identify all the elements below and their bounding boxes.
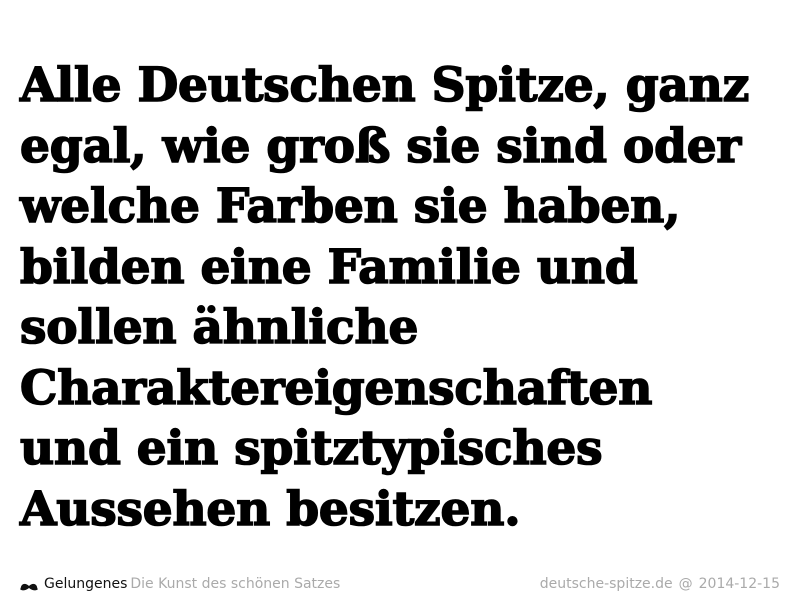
mustache-icon bbox=[20, 579, 38, 591]
quote-text: Alle Deutschen Spitze, ganz egal, wie gr… bbox=[19, 56, 790, 540]
source-link[interactable]: deutsche-spitze.de bbox=[540, 574, 673, 594]
separator: @ bbox=[678, 576, 693, 592]
brand-tagline: Die Kunst des schönen Satzes bbox=[130, 576, 341, 592]
quote-line: Charaktereigenschaften bbox=[19, 360, 653, 417]
quote-line: sollen ähnliche bbox=[19, 299, 419, 356]
footer: Gelungenes Die Kunst des schönen Satzes … bbox=[20, 574, 780, 594]
source-meta: deutsche-spitze.de @ 2014-12-15 bbox=[540, 574, 780, 594]
post-date: 2014-12-15 bbox=[698, 576, 780, 592]
quote-line: und ein spitztypisches bbox=[19, 420, 603, 477]
brand[interactable]: Gelungenes Die Kunst des schönen Satzes bbox=[20, 574, 340, 594]
brand-name: Gelungenes bbox=[44, 576, 128, 592]
quote-line: egal, wie groß sie sind oder bbox=[19, 118, 742, 175]
quote-line: Alle Deutschen Spitze, ganz bbox=[19, 57, 750, 114]
quote-line: bilden eine Familie und bbox=[19, 239, 638, 296]
quote-line: welche Farben sie haben, bbox=[19, 178, 681, 235]
quote-line: Aussehen besitzen. bbox=[19, 481, 521, 538]
